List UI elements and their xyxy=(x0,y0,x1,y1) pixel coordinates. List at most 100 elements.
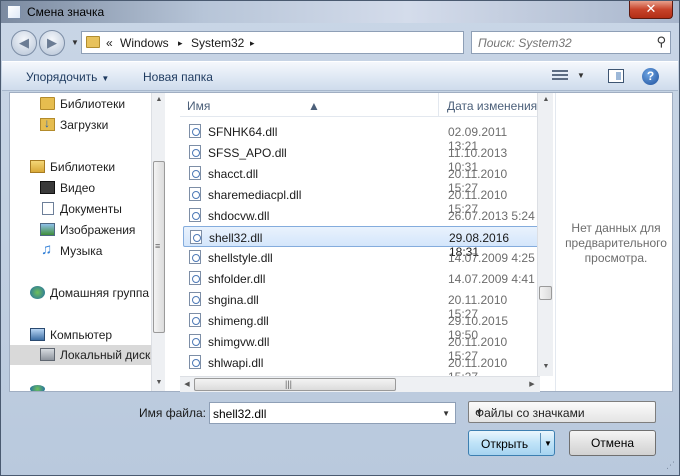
navigation-pane: Библиотеки Загрузки Библиотеки Видео Док… xyxy=(10,93,163,391)
dll-file-icon xyxy=(189,250,201,264)
file-name: shdocvw.dll xyxy=(208,209,270,223)
file-row[interactable]: SFSS_APO.dll 11.10.2013 10:31 xyxy=(183,142,540,174)
file-scrollbar[interactable]: ▲ ▼ xyxy=(537,93,553,376)
cancel-button[interactable]: Отмена xyxy=(569,430,656,456)
address-bar[interactable]: « Windows ▸ System32 ▸ ▼ ↻ xyxy=(81,31,534,54)
chevron-down-icon: ▼ xyxy=(101,74,110,83)
dialog-title: Смена значка xyxy=(27,5,105,19)
video-icon xyxy=(40,181,55,194)
file-list: ▲ Имя Дата изменения SFNHK64.dll 02.09.20… xyxy=(180,93,555,391)
file-name: shimeng.dll xyxy=(208,314,269,328)
breadcrumb-separator-icon[interactable]: ▸ xyxy=(178,38,183,49)
file-row[interactable]: SFNHK64.dll 02.09.2011 13:21 xyxy=(183,121,540,153)
view-dropdown-icon[interactable]: ▼ xyxy=(577,71,585,80)
forward-button[interactable]: ▶ xyxy=(39,30,65,56)
file-row[interactable]: shacct.dll 20.11.2010 15:27 xyxy=(183,163,540,195)
file-row[interactable]: shimgvw.dll 20.11.2010 15:27 xyxy=(183,331,540,363)
file-name: shimgvw.dll xyxy=(208,335,270,349)
filetype-select[interactable]: Файлы со значками ▼ xyxy=(468,401,656,423)
grip-icon: ||| xyxy=(285,379,293,389)
nav-item-documents[interactable]: Документы xyxy=(10,199,152,219)
nav-item-label: Библиотеки xyxy=(50,160,116,174)
file-row[interactable]: shimeng.dll 29.10.2015 19:50 xyxy=(183,310,540,342)
nav-item-music[interactable]: ♫ Музыка xyxy=(10,241,152,261)
nav-item-network-partial[interactable] xyxy=(10,383,152,391)
file-hscrollbar-thumb[interactable] xyxy=(194,378,396,391)
dll-file-icon xyxy=(189,355,201,369)
close-button[interactable]: ✕ xyxy=(629,1,673,19)
homegroup-icon xyxy=(30,286,45,299)
file-row[interactable]: shellstyle.dll 14.07.2009 4:25 xyxy=(183,247,540,268)
breadcrumb-separator-icon[interactable]: ▸ xyxy=(250,38,255,49)
breadcrumb-overflow[interactable]: « xyxy=(106,36,113,50)
column-header-name[interactable]: Имя xyxy=(187,99,210,113)
file-row[interactable]: sharemediacpl.dll 20.11.2010 15:27 xyxy=(183,184,540,216)
organize-label: Упорядочить xyxy=(26,70,98,84)
folder-icon xyxy=(86,36,100,48)
nav-item-video[interactable]: Видео xyxy=(10,178,152,198)
resize-grip-icon[interactable]: ⋰ xyxy=(666,460,675,471)
history-dropdown-icon[interactable]: ▼ xyxy=(71,38,79,47)
folder-icon xyxy=(40,97,55,110)
open-button[interactable]: Открыть ▼ xyxy=(468,430,555,456)
scroll-up-icon[interactable]: ▲ xyxy=(152,96,166,103)
libraries-icon xyxy=(30,160,45,173)
chevron-down-icon: ▼ xyxy=(475,408,483,417)
dll-file-icon xyxy=(189,124,201,138)
search-input[interactable] xyxy=(478,35,648,51)
file-row[interactable]: shgina.dll 20.11.2010 15:27 xyxy=(183,289,540,321)
column-header-date[interactable]: Дата изменения xyxy=(447,99,537,113)
file-row[interactable]: shlwapi.dll20.11.2010 15:27 xyxy=(183,352,540,384)
dll-file-icon xyxy=(189,145,201,159)
grip-icon: ≡ xyxy=(155,241,161,251)
preview-pane-toggle-icon[interactable] xyxy=(608,69,624,83)
search-box[interactable]: ⚲ xyxy=(471,31,671,54)
network-icon xyxy=(30,385,45,391)
nav-item-local-disk[interactable]: Локальный диск xyxy=(10,345,152,365)
help-icon[interactable]: ? xyxy=(642,68,659,85)
title-bar[interactable]: Смена значка ✕ xyxy=(1,1,679,23)
organize-button[interactable]: Упорядочить ▼ xyxy=(26,70,109,84)
dll-file-icon xyxy=(189,292,201,306)
back-button[interactable]: ◀ xyxy=(11,30,37,56)
breadcrumb-windows[interactable]: Windows xyxy=(120,36,169,50)
back-arrow-icon: ◀ xyxy=(19,35,29,50)
file-scrollbar-thumb[interactable] xyxy=(539,286,552,300)
scroll-right-icon[interactable]: ▶ xyxy=(525,380,539,388)
filename-dropdown-icon[interactable]: ▼ xyxy=(442,409,450,418)
scroll-down-icon[interactable]: ▼ xyxy=(539,363,553,370)
search-icon[interactable]: ⚲ xyxy=(656,34,666,50)
file-hscrollbar[interactable]: ◀ ||| ▶ xyxy=(180,376,540,392)
nav-item-homegroup[interactable]: Домашняя группа xyxy=(10,283,152,303)
dll-file-icon xyxy=(189,208,201,222)
file-row[interactable]: shdocvw.dll 26.07.2013 5:24 xyxy=(183,205,540,226)
view-options-icon[interactable] xyxy=(552,70,568,84)
nav-item-downloads[interactable]: Загрузки xyxy=(10,115,152,135)
nav-item-images[interactable]: Изображения xyxy=(10,220,152,240)
nav-item-libraries-top[interactable]: Библиотеки xyxy=(10,94,152,114)
file-name: shellstyle.dll xyxy=(208,251,273,265)
file-name: shacct.dll xyxy=(208,167,259,181)
new-folder-button[interactable]: Новая папка xyxy=(143,70,213,84)
breadcrumb-system32[interactable]: System32 xyxy=(191,36,244,50)
nav-scrollbar[interactable]: ▲ ≡ ▼ xyxy=(151,93,165,391)
file-row[interactable]: shfolder.dll 14.07.2009 4:41 xyxy=(183,268,540,289)
file-row[interactable]: shell32.dll 29.08.2016 18:31 xyxy=(183,226,540,259)
nav-item-label: Загрузки xyxy=(60,118,109,132)
open-options-dropdown-icon[interactable]: ▼ xyxy=(544,439,552,448)
nav-item-computer[interactable]: Компьютер xyxy=(10,325,152,345)
file-name: SFSS_APO.dll xyxy=(208,146,287,160)
dll-file-icon xyxy=(190,230,202,244)
scroll-up-icon[interactable]: ▲ xyxy=(539,96,553,103)
column-divider[interactable] xyxy=(438,93,439,117)
file-name: SFNHK64.dll xyxy=(208,125,278,139)
filename-field[interactable]: ▼ xyxy=(209,402,456,424)
scroll-left-icon[interactable]: ◀ xyxy=(180,380,194,388)
scroll-down-icon[interactable]: ▼ xyxy=(152,379,166,386)
dll-file-icon xyxy=(189,313,201,327)
dll-file-icon xyxy=(189,166,201,180)
nav-item-label: Библиотеки xyxy=(60,97,126,111)
filename-input[interactable] xyxy=(213,406,438,421)
nav-item-libraries[interactable]: Библиотеки xyxy=(10,157,152,177)
nav-item-label: Видео xyxy=(60,181,96,195)
